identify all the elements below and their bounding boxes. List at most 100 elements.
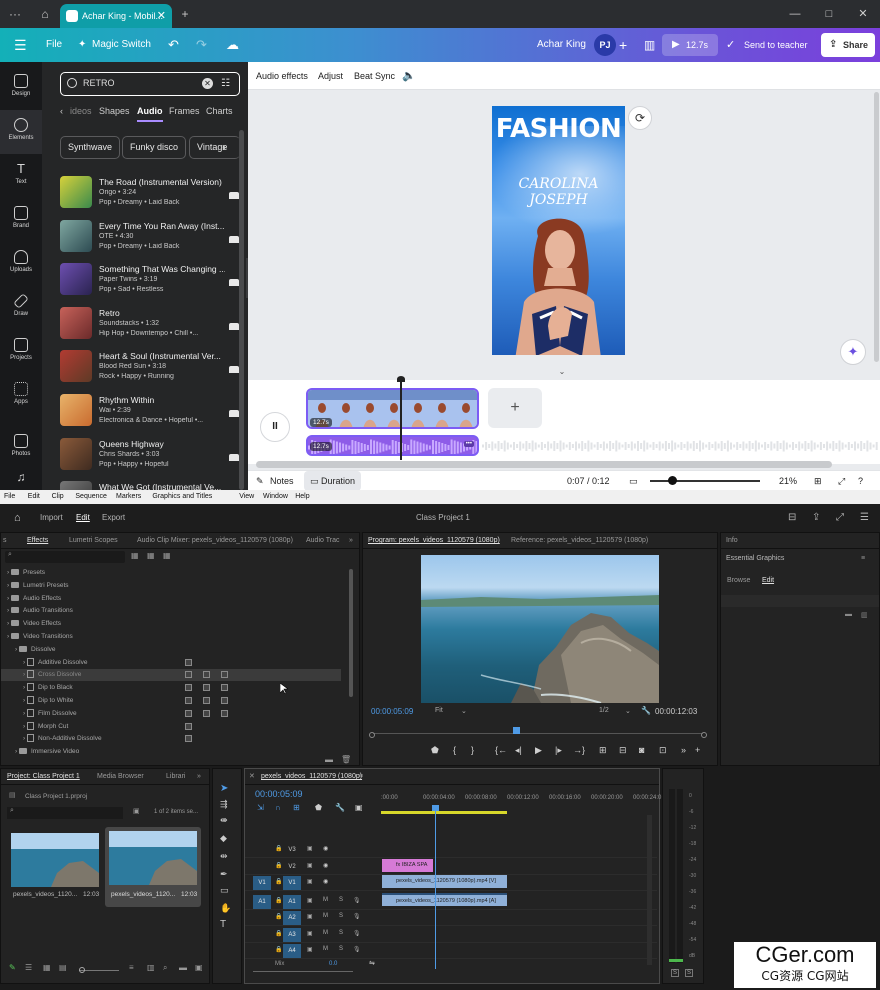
fit-chevron-icon[interactable]: ⌄ <box>461 707 467 715</box>
grid-view-icon[interactable]: ⊞ <box>814 471 822 491</box>
solo-button[interactable]: S <box>339 897 343 903</box>
close-tab-icon[interactable]: ✕ <box>157 4 166 28</box>
play-icon[interactable]: ▶ <box>535 745 542 756</box>
freeform-view-icon[interactable]: ▤ <box>59 963 67 972</box>
mix-value[interactable]: 0.0 <box>329 961 337 967</box>
tab-charts[interactable]: Charts <box>206 106 233 116</box>
effects-tree-item[interactable]: › Film Dissolve <box>1 708 341 720</box>
workspace-icon[interactable]: ☰ <box>860 504 869 532</box>
chip-funky-disco[interactable]: Funky disco <box>122 136 187 159</box>
effects-tree-item[interactable]: › Video Transitions <box>1 631 341 643</box>
tab-reference[interactable]: Reference: pexels_videos_1120579 (1080p) <box>511 533 648 548</box>
sync-lock-icon[interactable]: ▣ <box>307 930 313 937</box>
source-patch[interactable]: V1 <box>253 876 271 890</box>
maximize-button[interactable]: □ <box>812 0 846 28</box>
chip-synthwave[interactable]: Synthwave <box>60 136 121 159</box>
video-clip[interactable]: 12.7s <box>306 388 479 429</box>
lock-icon[interactable]: 🔒 <box>275 845 282 852</box>
magic-switch-button[interactable]: Magic Switch <box>92 28 151 62</box>
new-bin-icon[interactable]: ▬ <box>325 755 333 764</box>
bin-icon[interactable]: ▣ <box>133 807 140 815</box>
effects-tree-item[interactable]: › Non-Additive Dissolve <box>1 733 341 745</box>
help-icon[interactable]: ? <box>858 471 863 491</box>
track-target[interactable]: A3 <box>283 927 301 942</box>
solo-button[interactable]: S <box>339 946 343 952</box>
resolution-dropdown[interactable]: 1/2 <box>599 707 609 714</box>
32bit-effects-icon[interactable]: ▦ <box>147 551 155 560</box>
poster-name[interactable]: CAROLINA JOSEPH <box>492 176 625 208</box>
edit-tab[interactable]: Edit <box>76 504 90 532</box>
project-item-1[interactable]: pexels_videos_1120... 12:03 <box>9 829 101 905</box>
extract-icon[interactable]: ⊟ <box>619 745 627 756</box>
mix-fade-icon[interactable]: ⇋ <box>369 959 375 967</box>
play-duration-button[interactable]: ▶ 12.7s <box>662 34 718 56</box>
list-item[interactable]: Heart & Soul (Instrumental Ver... Blood R… <box>60 350 242 390</box>
menu-item-clip[interactable]: Clip <box>52 490 64 504</box>
track-select-icon[interactable]: ⇶ <box>220 799 228 810</box>
tab-project[interactable]: Project: Class Project 1 <box>7 769 80 784</box>
audio-effects-button[interactable]: Audio effects <box>256 62 308 90</box>
mark-in-icon[interactable]: { <box>453 745 456 755</box>
lock-icon[interactable]: 🔒 <box>275 946 282 953</box>
effects-tree-item[interactable]: › Lumetri Presets <box>1 580 341 592</box>
step-forward-icon[interactable]: |▸ <box>555 745 562 756</box>
home-icon[interactable]: ⌂ <box>14 504 21 532</box>
solo-button[interactable]: S <box>339 913 343 919</box>
filter-icon[interactable]: ☷ <box>221 78 233 90</box>
timeline-scrollbar[interactable] <box>256 461 832 468</box>
pause-button[interactable]: II <box>260 412 290 442</box>
browser-tab-active[interactable]: Achar King - Mobil... ✕ <box>60 4 172 28</box>
send-to-teacher-button[interactable]: ✓ Send to teacher <box>722 34 814 56</box>
fullscreen-icon[interactable]: ⤢ <box>838 471 845 491</box>
playhead-handle[interactable] <box>397 376 405 382</box>
go-to-out-icon[interactable]: →} <box>573 745 585 755</box>
eye-icon[interactable]: ◉ <box>323 878 328 885</box>
menu-item-help[interactable]: Help <box>295 490 309 504</box>
effects-tree-item[interactable]: › Video Effects <box>1 618 341 630</box>
lock-icon[interactable]: 🔒 <box>275 878 282 885</box>
add-marker-icon[interactable]: ⬟ <box>315 803 322 812</box>
project-item-2[interactable]: pexels_videos_1120... 12:03 <box>105 827 201 907</box>
add-button-icon[interactable]: + <box>695 745 700 755</box>
track-target[interactable]: A2 <box>283 911 301 925</box>
track-target[interactable]: V3 <box>283 843 301 857</box>
solo-left-button[interactable]: S <box>671 969 680 977</box>
effects-tree-item[interactable]: › Audio Transitions <box>1 605 341 617</box>
rail-item-photos[interactable]: Photos <box>0 426 42 470</box>
ripple-edit-icon[interactable]: ⇼ <box>220 815 228 826</box>
work-area-bar[interactable] <box>381 811 507 814</box>
timeline-zoom-scroll[interactable] <box>253 971 353 972</box>
step-back-icon[interactable]: ◂| <box>515 745 522 756</box>
new-bin-icon[interactable]: ▬ <box>179 963 187 972</box>
tab-prev-icon[interactable]: ‹ <box>60 106 63 116</box>
panel-menu-icon[interactable]: ≡ <box>861 555 865 562</box>
add-page-button[interactable]: + <box>488 388 542 428</box>
avatar[interactable]: PJ <box>594 34 616 56</box>
presenter-icon[interactable]: ▭ <box>629 471 638 491</box>
add-collaborator-button[interactable]: + <box>619 28 627 62</box>
list-item[interactable]: Every Time You Ran Away (Inst... OTE • 4:… <box>60 219 242 260</box>
mute-button[interactable]: M <box>323 913 328 919</box>
duration-button[interactable]: ▭ Duration <box>304 471 362 491</box>
poster-title[interactable]: FASHION <box>492 114 625 144</box>
yuv-effects-icon[interactable]: ▦ <box>163 551 171 560</box>
timeline-ruler[interactable]: :00:00 00:00:04:00 00:00:08:00 00:00:12:00 0… <box>381 795 661 807</box>
share-export-icon[interactable]: ⇪ <box>812 504 820 532</box>
model-photo[interactable] <box>510 206 606 355</box>
effects-search-input[interactable]: ⌕ <box>5 551 125 563</box>
lock-icon[interactable]: 🔒 <box>275 862 282 869</box>
browse-tab[interactable]: Browse <box>727 577 750 584</box>
automate-icon[interactable]: ▥ <box>147 963 155 972</box>
magic-assistant-button[interactable]: ✦ <box>840 339 866 365</box>
redo-icon[interactable]: ↷ <box>196 28 207 62</box>
home-icon[interactable]: ⌂ <box>34 4 56 24</box>
list-item[interactable]: Retro Soundstacks • 1:32 Hip Hop • Downtem… <box>60 306 242 347</box>
minimize-button[interactable]: — <box>778 0 812 28</box>
mute-button[interactable]: M <box>323 897 328 903</box>
timeline-playhead[interactable] <box>435 809 436 969</box>
rail-item-text[interactable]: T Text <box>0 154 42 198</box>
fit-dropdown[interactable]: Fit <box>435 707 443 714</box>
share-button[interactable]: ⇪ Share <box>821 33 875 57</box>
program-video-frame[interactable] <box>421 555 659 703</box>
audio-clip[interactable]: pexels_videos_1120579 (1080p).mp4 [A] <box>382 893 507 906</box>
